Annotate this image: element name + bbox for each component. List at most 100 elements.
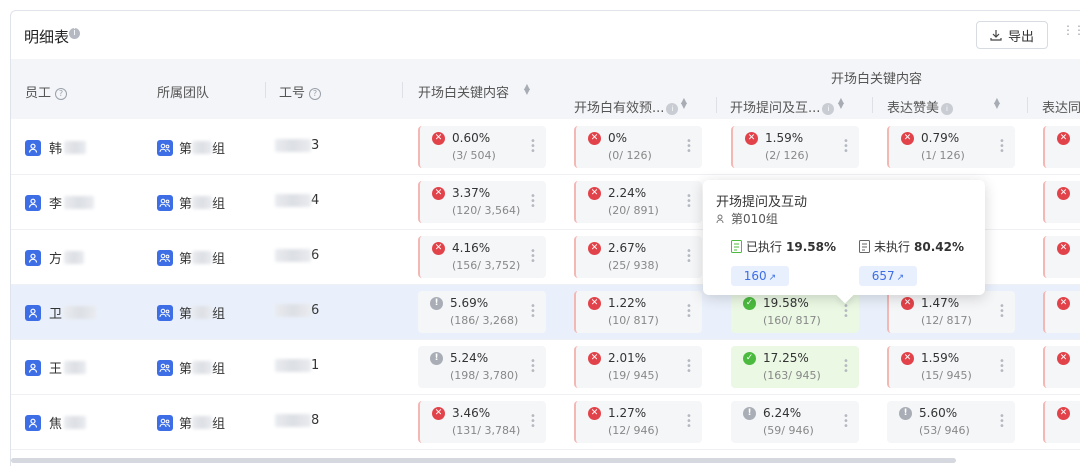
col-header-id[interactable]: 工号? xyxy=(279,82,322,101)
more-options-icon[interactable]: • • • xyxy=(999,302,1005,322)
page-title: 明细表 xyxy=(24,28,70,46)
col-header-team: 所属团队 xyxy=(157,86,210,101)
more-options-icon[interactable]: • • • xyxy=(843,412,849,432)
team-cell[interactable]: 第组 xyxy=(157,303,225,322)
fail-icon: ✕ xyxy=(745,132,758,145)
help-icon[interactable]: ? xyxy=(309,88,322,100)
metric-cell-m5[interactable]: ✕ xyxy=(1043,236,1080,278)
employee-cell[interactable]: 韩 xyxy=(25,138,87,157)
metric-cell-m2[interactable]: ✕ 1.22% (10/ 817) • • • xyxy=(574,291,702,333)
employee-cell[interactable]: 王 xyxy=(25,358,87,377)
more-options-icon[interactable]: • • • xyxy=(530,192,536,212)
more-options-icon[interactable]: • • • xyxy=(999,412,1005,432)
help-icon[interactable]: ? xyxy=(55,88,68,100)
more-options-icon[interactable]: • • • xyxy=(843,302,849,322)
column-divider[interactable] xyxy=(716,97,717,113)
table-row[interactable]: 焦第组 8 ✕ 3.46% (131/ 3,784) • • • ✕ 1.27% (12/ 946)… xyxy=(11,395,1080,450)
more-options-icon[interactable]: • • • xyxy=(530,302,536,322)
metric-cell-m4[interactable]: ✕ 1.47% (12/ 817) • • • xyxy=(887,291,1015,333)
more-options-icon[interactable]: • • • xyxy=(530,247,536,267)
metric-cell-m2[interactable]: ✕ 2.01% (19/ 945) • • • xyxy=(574,346,702,388)
more-options-icon[interactable]: • • • xyxy=(686,192,692,212)
more-options-icon[interactable]: • • • xyxy=(999,137,1005,157)
more-options-icon[interactable]: • • • xyxy=(530,137,536,157)
metric-cell-m5[interactable]: ✕ xyxy=(1043,291,1080,333)
metric-cell-m1[interactable]: ✕ 3.46% (131/ 3,784) • • • xyxy=(418,401,546,443)
warning-icon: ! xyxy=(743,407,756,420)
redacted-text xyxy=(64,361,87,374)
team-cell[interactable]: 第组 xyxy=(157,248,225,267)
user-icon xyxy=(25,194,41,211)
metric-percent: 5.60% xyxy=(919,406,958,420)
metric-cell-m1[interactable]: ✕ 4.16% (156/ 3,752) • • • xyxy=(418,236,546,278)
metric-cell-m4[interactable]: ✕ 0.79% (1/ 126) • • • xyxy=(887,126,1015,168)
metric-cell-m5[interactable]: ✕ xyxy=(1043,401,1080,443)
more-options-icon[interactable]: • • • xyxy=(686,302,692,322)
team-cell[interactable]: 第组 xyxy=(157,413,225,432)
team-cell[interactable]: 第组 xyxy=(157,138,225,157)
metric-cell-m5[interactable]: ✕ xyxy=(1043,181,1080,223)
more-options-icon[interactable]: • • • xyxy=(843,357,849,377)
more-options-icon[interactable]: • • • xyxy=(686,357,692,377)
metric-fraction: (10/ 817) xyxy=(608,314,659,327)
column-divider[interactable] xyxy=(402,82,403,98)
info-icon[interactable]: i xyxy=(941,103,954,115)
metric-cell-m4[interactable]: ✕ 1.59% (15/ 945) • • • xyxy=(887,346,1015,388)
col-header-employee[interactable]: 员工? xyxy=(25,82,68,101)
more-options-icon[interactable]: • • • xyxy=(843,137,849,157)
employee-id-cell: 3 xyxy=(275,138,319,153)
column-divider[interactable] xyxy=(265,82,266,98)
horizontal-scrollbar[interactable] xyxy=(11,458,956,463)
metric-cell-m2[interactable]: ✕ 2.24% (20/ 891) • • • xyxy=(574,181,702,223)
info-icon[interactable]: i xyxy=(69,28,80,39)
employee-cell[interactable]: 方 xyxy=(25,248,85,267)
metric-fraction: (53/ 946) xyxy=(919,424,970,437)
metric-cell-m3[interactable]: ! 6.24% (59/ 946) • • • xyxy=(731,401,859,443)
sort-icon[interactable]: ▲ ▼ xyxy=(680,97,688,110)
team-cell[interactable]: 第组 xyxy=(157,193,225,212)
metric-cell-m2[interactable]: ✕ 0% (0/ 126) • • • xyxy=(574,126,702,168)
more-options-icon[interactable]: • • • xyxy=(686,137,692,157)
table-row[interactable]: 王第组 1! 5.24% (198/ 3,780) • • • ✕ 2.01% (19/ 945)… xyxy=(11,340,1080,395)
info-icon[interactable]: i xyxy=(666,103,679,115)
sort-icon[interactable]: ▲ ▼ xyxy=(837,97,845,110)
more-options-icon[interactable]: • • • xyxy=(686,412,692,432)
executed-count-link[interactable]: 160 ↗ xyxy=(731,266,789,286)
table-row[interactable]: 韩 第组 3 ✕ 0.60% (3/ 504) • • • ✕ 0% (0/ 126) • • • ✕ 1.59… xyxy=(11,120,1080,175)
metric-cell-m1[interactable]: ! 5.69% (186/ 3,268) • • • xyxy=(418,291,546,333)
employee-cell[interactable]: 卫 xyxy=(25,303,97,322)
sort-icon[interactable]: ▲ ▼ xyxy=(993,97,1001,110)
more-options-icon[interactable]: • • • xyxy=(999,357,1005,377)
info-icon[interactable]: i xyxy=(822,103,835,115)
column-divider[interactable] xyxy=(872,97,873,113)
column-divider[interactable] xyxy=(1027,97,1028,113)
employee-id-suffix: 3 xyxy=(311,138,320,153)
more-options-icon[interactable]: • • • xyxy=(530,357,536,377)
metric-cell-m4[interactable]: ! 5.60% (53/ 946) • • • xyxy=(887,401,1015,443)
metric-cell-m5[interactable]: ✕ xyxy=(1043,346,1080,388)
fail-icon: ✕ xyxy=(1057,407,1070,420)
col-header-m2[interactable]: 开场白有效预... i xyxy=(574,97,679,116)
col-header-m4[interactable]: 表达赞美 i xyxy=(887,97,954,116)
employee-cell[interactable]: 焦 xyxy=(25,413,87,432)
drag-handle-icon[interactable]: ⋮⋮ xyxy=(1062,24,1080,36)
sort-icon[interactable]: ▲ ▼ xyxy=(523,83,531,96)
more-options-icon[interactable]: • • • xyxy=(686,247,692,267)
metric-cell-m1[interactable]: ! 5.24% (198/ 3,780) • • • xyxy=(418,346,546,388)
team-prefix: 第 xyxy=(179,142,193,157)
metric-cell-m5[interactable]: ✕ xyxy=(1043,126,1080,168)
metric-cell-m3[interactable]: ✕ 1.59% (2/ 126) • • • xyxy=(731,126,859,168)
metric-percent: 3.46% xyxy=(452,406,491,420)
metric-cell-m2[interactable]: ✕ 2.67% (25/ 938) • • • xyxy=(574,236,702,278)
metric-cell-m1[interactable]: ✕ 0.60% (3/ 504) • • • xyxy=(418,126,546,168)
not-executed-count-link[interactable]: 657 ↗ xyxy=(859,266,917,286)
employee-cell[interactable]: 李 xyxy=(25,193,95,212)
more-options-icon[interactable]: • • • xyxy=(530,412,536,432)
export-button[interactable]: 导出 xyxy=(976,21,1048,49)
team-cell[interactable]: 第组 xyxy=(157,358,225,377)
metric-cell-m3[interactable]: ✓ 17.25% (163/ 945) • • • xyxy=(731,346,859,388)
team-suffix: 组 xyxy=(212,362,226,377)
metric-cell-m1[interactable]: ✕ 3.37% (120/ 3,564) • • • xyxy=(418,181,546,223)
metric-cell-m2[interactable]: ✕ 1.27% (12/ 946) • • • xyxy=(574,401,702,443)
col-header-m3[interactable]: 开场提问及互... i xyxy=(730,97,835,116)
